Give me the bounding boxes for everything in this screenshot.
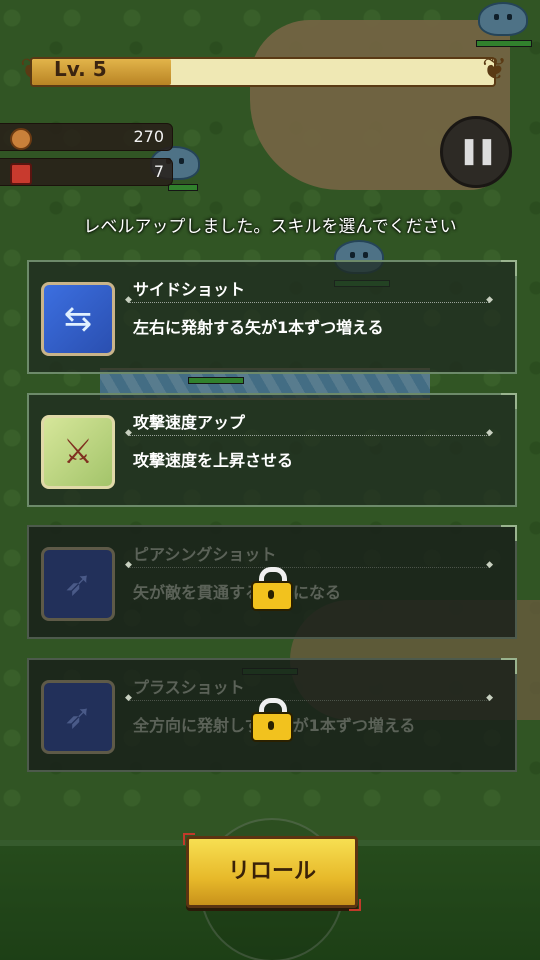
coin-counter: 270 [0,123,173,151]
plus-shot-arrow-icon: ➶ [41,680,115,754]
divider [125,428,493,438]
divider [125,295,493,305]
attack-speed-sword-icon: ⚔ [41,415,115,489]
coin-count: 270 [133,127,164,146]
reroll-button[interactable]: リロール [183,833,361,911]
chest-counter: 7 [0,158,173,186]
skill-title: 攻撃速度アップ [133,413,246,432]
skill-title: サイドショット [133,280,246,299]
pause-button[interactable]: ❚❚ [440,116,512,188]
level-up-prompt: レベルアップしました。スキルを選んでください [83,217,457,237]
skill-title: プラスショット [133,678,245,697]
skill-card-attack-speed-up[interactable]: ⚔ 攻撃速度アップ 攻撃速度を上昇させる [27,393,517,507]
ornament-right-icon: ❦ [482,52,508,87]
divider [125,693,493,703]
skill-description: 矢が敵を貫通するようになる [133,583,342,602]
skill-card-plus-shot: ➶ プラスショット 全方向に発射しする矢が1本ずつ増える [27,658,517,772]
side-shot-arrows-icon: ⇆ [41,282,115,356]
level-label: Lv. 5 [54,57,107,81]
divider [125,560,493,570]
pause-icon: ❚❚ [458,136,498,166]
skill-description: 攻撃速度を上昇させる [133,451,294,470]
skill-description: 左右に発射する矢が1本ずつ増える [133,318,384,337]
skill-title: ピアシングショット [133,545,277,564]
skill-card-side-shot[interactable]: ⇆ サイドショット 左右に発射する矢が1本ずつ増える [27,260,517,374]
chest-count: 7 [153,162,164,181]
skill-card-piercing-shot: ➶ ピアシングショット 矢が敵を貫通するようになる [27,525,517,639]
lock-icon [251,698,293,742]
piercing-arrow-icon: ➶ [41,547,115,621]
lock-icon [251,567,293,611]
treasure-chest-icon [10,163,32,185]
coin-icon [10,128,32,150]
level-bar: ❦ Lv. 5 ❦ [20,52,508,88]
